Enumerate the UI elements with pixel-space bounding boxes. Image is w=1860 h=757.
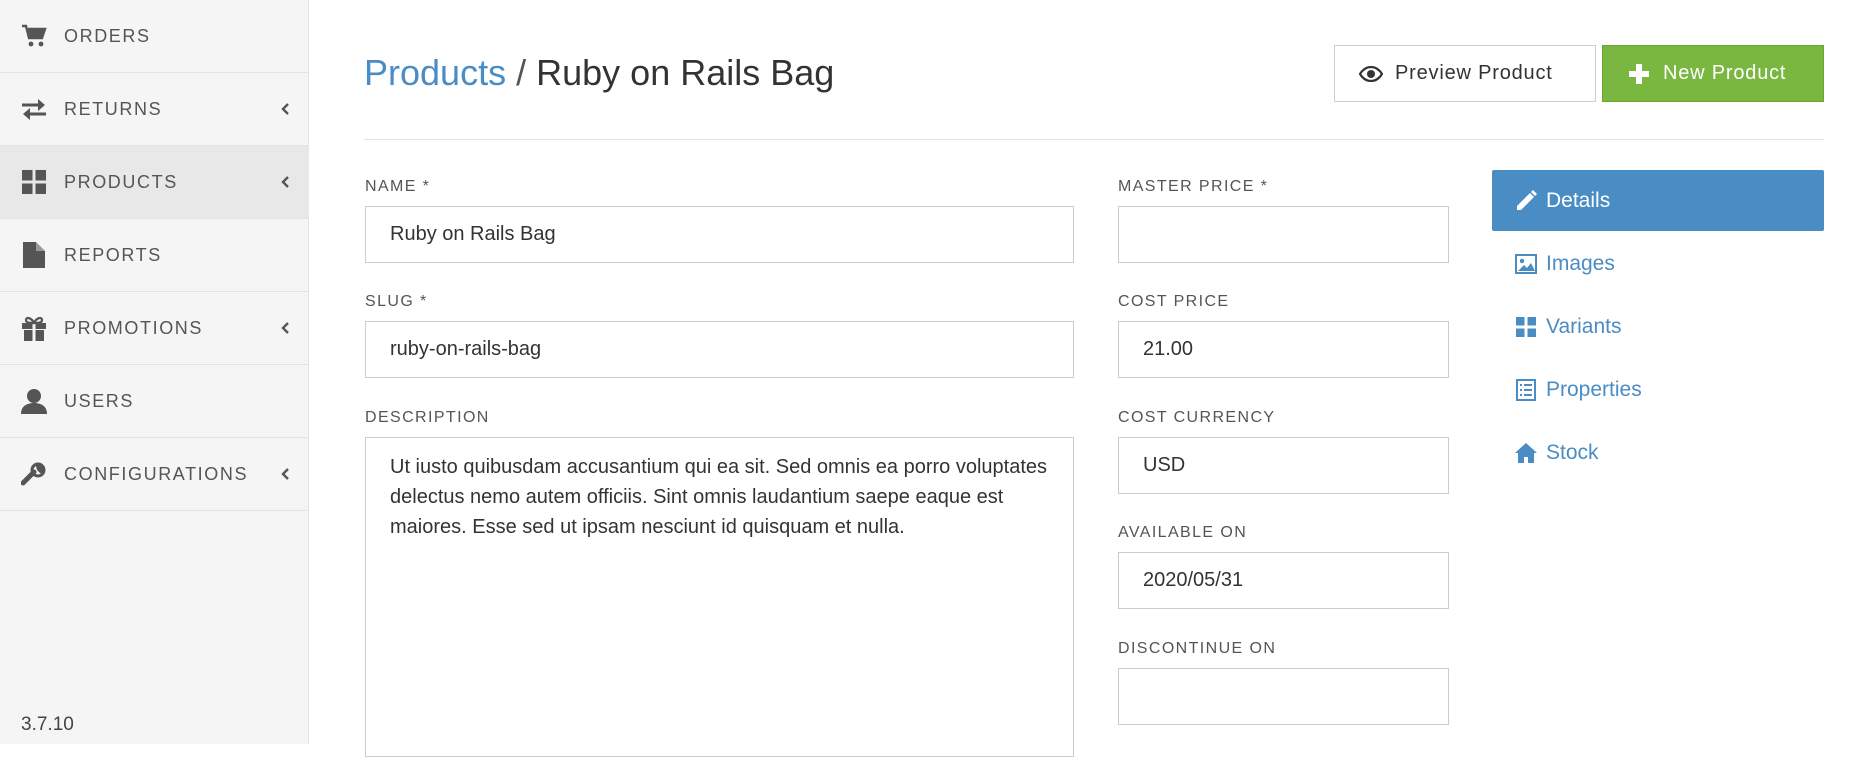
breadcrumb-separator: / [516,52,527,93]
wrench-icon [20,460,48,488]
file-icon [20,241,48,269]
chevron-left-icon [281,468,289,480]
user-icon [20,387,48,415]
new-product-label: New Product [1663,62,1787,84]
preview-product-label: Preview Product [1395,62,1553,84]
master-price-label: MASTER PRICE * [1118,178,1269,195]
tab-label: Details [1546,188,1611,212]
gift-icon [20,314,48,342]
sidebar-item-label: RETURNS [64,98,163,119]
tab-properties[interactable]: Properties [1492,359,1824,420]
name-field[interactable] [365,206,1074,263]
tab-label: Images [1546,251,1615,275]
sidebar-item-label: PROMOTIONS [64,317,204,338]
tab-variants[interactable]: Variants [1492,296,1824,357]
list-icon [1514,378,1538,402]
chevron-left-icon [281,103,289,115]
sidebar-item-products[interactable]: PRODUCTS [0,146,309,219]
tab-label: Variants [1546,314,1622,338]
cost-currency-field[interactable] [1118,437,1449,494]
cost-currency-label: COST CURRENCY [1118,409,1276,426]
description-label: DESCRIPTION [365,409,490,426]
tab-label: Stock [1546,440,1599,464]
version-label: 3.7.10 [21,714,74,735]
sidebar-item-label: PRODUCTS [64,171,178,192]
tab-stock[interactable]: Stock [1492,422,1824,483]
tab-details[interactable]: Details [1492,170,1824,231]
sidebar-item-users[interactable]: USERS [0,365,309,438]
description-field[interactable]: Ut iusto quibusdam accusantium qui ea si… [365,437,1074,757]
plus-icon [1627,62,1651,86]
sidebar-item-label: USERS [64,390,135,411]
breadcrumb-products-link[interactable]: Products [364,52,506,93]
sidebar-item-label: CONFIGURATIONS [64,463,249,484]
available-on-field[interactable] [1118,552,1449,609]
exchange-icon [20,95,48,123]
sidebar-item-promotions[interactable]: PROMOTIONS [0,292,309,365]
slug-field[interactable] [365,321,1074,378]
grid-icon [20,168,48,196]
chevron-left-icon [281,322,289,334]
tab-images[interactable]: Images [1492,233,1824,294]
discontinue-on-label: DISCONTINUE ON [1118,640,1277,657]
page-title: Products / Ruby on Rails Bag [364,52,834,94]
sidebar: ORDERS RETURNS PRODUCTS REPORTS PROMOTIO… [0,0,309,744]
preview-product-button[interactable]: Preview Product [1334,45,1596,102]
chevron-left-icon [281,176,289,188]
cart-icon [20,22,48,50]
product-title: Ruby on Rails Bag [536,52,835,93]
available-on-label: AVAILABLE ON [1118,524,1248,541]
sidebar-item-label: ORDERS [64,25,151,46]
sidebar-item-label: REPORTS [64,244,162,265]
sidebar-item-reports[interactable]: REPORTS [0,219,309,292]
discontinue-on-field[interactable] [1118,668,1449,725]
grid-icon [1514,315,1538,339]
cost-price-field[interactable] [1118,321,1449,378]
tab-label: Properties [1546,377,1642,401]
home-icon [1514,441,1538,465]
pencil-icon [1514,189,1538,213]
new-product-button[interactable]: New Product [1602,45,1824,102]
master-price-field[interactable] [1118,206,1449,263]
sidebar-item-orders[interactable]: ORDERS [0,0,309,73]
header-divider [364,139,1824,140]
slug-label: SLUG * [365,293,428,310]
cost-price-label: COST PRICE [1118,293,1230,310]
eye-icon [1359,62,1383,86]
image-icon [1514,252,1538,276]
name-label: NAME * [365,178,431,195]
sidebar-item-returns[interactable]: RETURNS [0,73,309,146]
sidebar-item-configurations[interactable]: CONFIGURATIONS [0,438,309,511]
